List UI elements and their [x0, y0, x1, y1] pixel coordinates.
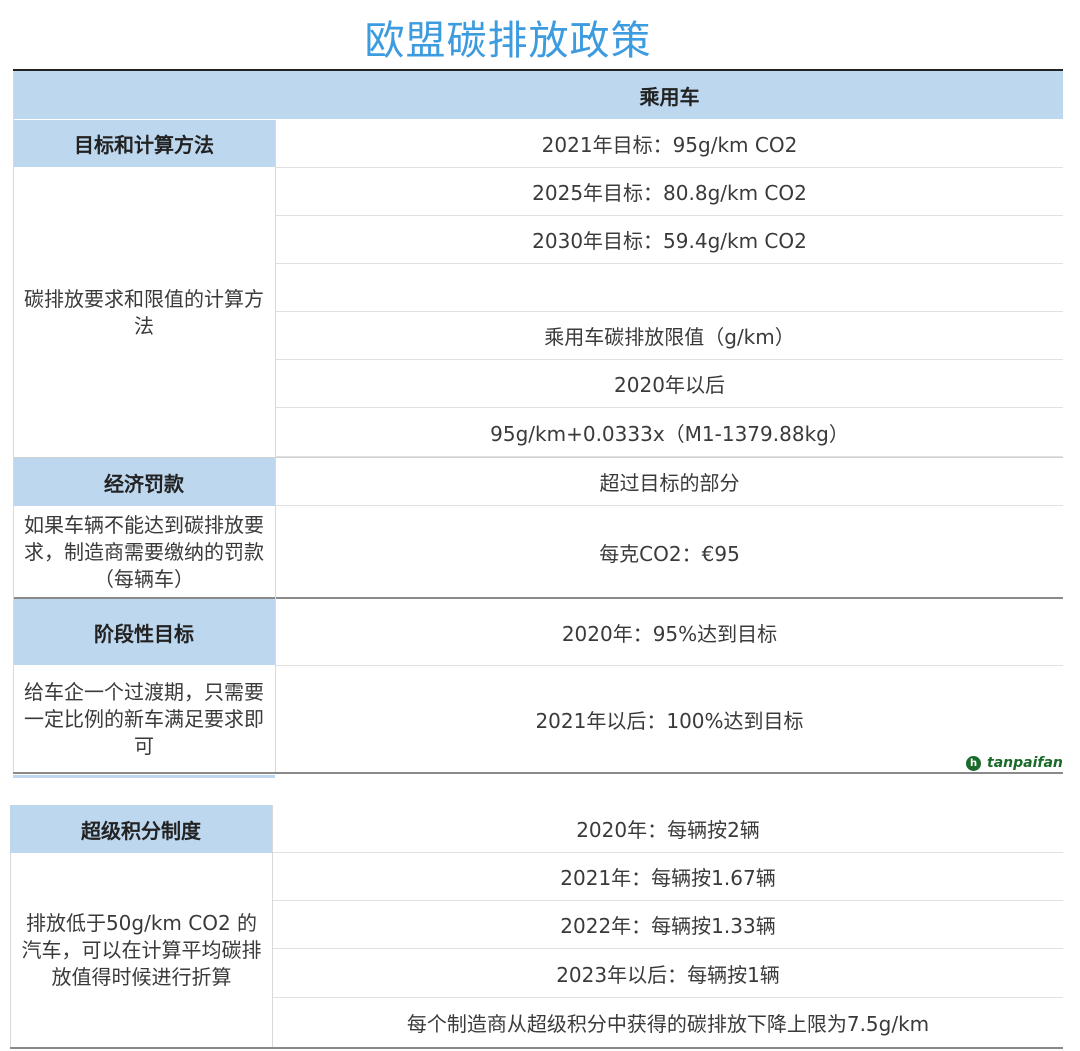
target-value-row: 乘用车碳排放限值（g/km） [276, 312, 1063, 360]
tanpaifang-logo-icon: h [966, 755, 981, 771]
section-label-supercredit: 超级积分制度 [10, 805, 272, 853]
column-header-passenger-car: 乘用车 [639, 84, 700, 109]
column-separator [272, 805, 273, 1047]
section-desc-targets: 碳排放要求和限值的计算方法 [13, 168, 275, 457]
supercredit-value-row: 2020年：每辆按2辆 [273, 805, 1063, 853]
penalty-value-row: 每克CO2：€95 [276, 506, 1063, 598]
page-title: 欧盟碳排放政策 [364, 18, 652, 64]
section-label-targets: 目标和计算方法 [13, 120, 275, 167]
label-column-underline [13, 775, 275, 778]
target-value-row: 95g/km+0.0333x（M1-1379.88kg） [276, 408, 1063, 457]
phase-value-row: 2021年以后：100%达到目标 [276, 666, 1063, 772]
supercredit-value-row: 2022年：每辆按1.33辆 [273, 901, 1063, 949]
phase-value-row: 2020年：95%达到目标 [276, 599, 1063, 666]
table-left-edge [13, 71, 14, 772]
supercredit-value-row: 2021年：每辆按1.67辆 [273, 853, 1063, 901]
target-value-row: 2030年目标：59.4g/km CO2 [276, 216, 1063, 264]
target-value-row: 2021年目标：95g/km CO2 [276, 120, 1063, 168]
table-bottom-border [13, 772, 1063, 774]
section-desc-penalty: 如果车辆不能达到碳排放要求，制造商需要缴纳的罚款（每辆车） [13, 506, 275, 598]
penalty-value-row: 超过目标的部分 [276, 458, 1063, 506]
section-desc-supercredit: 排放低于50g/km CO2 的汽车，可以在计算平均碳排放值得时候进行折算 [10, 853, 272, 1047]
supercredit-value-row: 2023年以后：每辆按1辆 [273, 949, 1063, 998]
target-value-row [276, 264, 1063, 312]
column-separator [275, 120, 276, 772]
section-label-penalty: 经济罚款 [13, 458, 275, 506]
column-header-row: 乘用车 [13, 71, 1063, 119]
section-desc-phase: 给车企一个过渡期，只需要一定比例的新车满足要求即可 [13, 666, 275, 772]
target-value-row: 2020年以后 [276, 360, 1063, 408]
watermark-text: tanpaifan [987, 755, 1063, 771]
target-value-row: 2025年目标：80.8g/km CO2 [276, 168, 1063, 216]
supercredit-value-row: 每个制造商从超级积分中获得的碳排放下降上限为7.5g/km [273, 998, 1063, 1047]
supercredit-bottom-border [10, 1047, 1063, 1049]
section-label-phase: 阶段性目标 [13, 599, 275, 665]
watermark-logo: h tanpaifan [966, 753, 1063, 773]
